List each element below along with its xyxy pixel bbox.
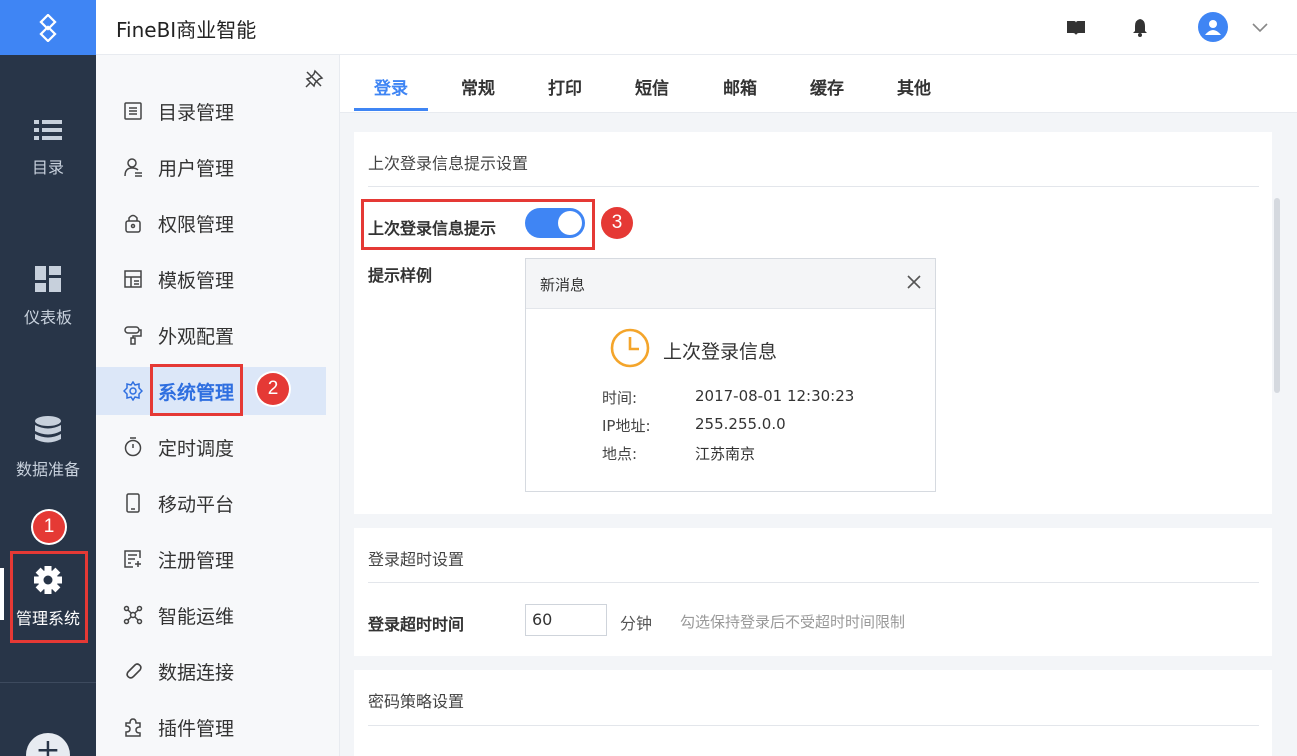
menu-item-data-connection[interactable]: 数据连接: [96, 647, 326, 695]
menu-item-label: 权限管理: [158, 213, 235, 236]
menu-item-label: 用户管理: [158, 157, 235, 180]
rail-item-label: 数据准备: [15, 460, 80, 479]
add-button[interactable]: +: [26, 733, 70, 756]
rail-item-label: 仪表板: [23, 308, 72, 327]
top-header: FineBI商业智能: [96, 0, 1297, 55]
catalog-icon: [122, 100, 144, 122]
timeout-label: 登录超时时间: [368, 615, 465, 634]
menu-item-label: 数据连接: [158, 661, 235, 684]
tab-sms[interactable]: 短信: [635, 74, 669, 99]
app-logo[interactable]: [0, 0, 96, 55]
info-key: 地点:: [602, 445, 638, 463]
plugin-icon: [122, 716, 144, 738]
ops-icon: [122, 604, 144, 626]
annotation-box-system: [150, 364, 243, 416]
content-scrollbar[interactable]: [1274, 198, 1280, 393]
section-divider: [368, 582, 1259, 583]
annotation-box-admin: [10, 551, 88, 643]
link-icon: [122, 660, 144, 682]
menu-item-plugins[interactable]: 插件管理: [96, 703, 326, 751]
bell-icon[interactable]: [1130, 18, 1150, 38]
menu-item-catalog[interactable]: 目录管理: [96, 87, 326, 135]
info-key: 时间:: [602, 389, 638, 407]
timeout-unit: 分钟: [620, 614, 653, 633]
login-timeout-card: 登录超时设置 登录超时时间 60 分钟 勾选保持登录后不受超时时间限制: [354, 528, 1272, 656]
book-icon[interactable]: [1066, 18, 1086, 38]
menu-item-label: 外观配置: [158, 325, 235, 348]
lock-icon: [122, 212, 144, 234]
menu-item-register[interactable]: 注册管理: [96, 535, 326, 583]
chevron-down-icon[interactable]: [1252, 18, 1268, 37]
annotation-badge: 1: [33, 511, 65, 543]
menu-item-label: 注册管理: [158, 549, 235, 572]
menu-item-ops[interactable]: 智能运维: [96, 591, 326, 639]
mobile-icon: [122, 492, 144, 514]
section-divider: [368, 186, 1259, 187]
paint-roller-icon: [122, 324, 144, 346]
menu-item-label: 插件管理: [158, 717, 235, 740]
timeout-hint: 勾选保持登录后不受超时时间限制: [680, 613, 906, 631]
info-value: 255.255.0.0: [695, 415, 786, 433]
info-value: 江苏南京: [695, 445, 756, 463]
menu-item-scheduling[interactable]: 定时调度: [96, 423, 326, 471]
tab-print[interactable]: 打印: [548, 74, 582, 99]
menu-item-label: 模板管理: [158, 269, 235, 292]
notification-header-title: 新消息: [540, 276, 586, 294]
annotation-badge: 2: [257, 373, 289, 405]
section-divider: [368, 725, 1259, 726]
menu-item-label: 移动平台: [158, 493, 235, 516]
menu-item-appearance[interactable]: 外观配置: [96, 311, 326, 359]
user-avatar-icon[interactable]: [1198, 12, 1228, 42]
tab-email[interactable]: 邮箱: [723, 74, 757, 99]
active-tab-indicator: [354, 108, 428, 111]
settings-tabs: 登录 常规 打印 短信 邮箱 缓存 其他: [340, 55, 1297, 113]
template-icon: [122, 268, 144, 290]
app-title: FineBI商业智能: [116, 18, 257, 42]
rail-item-data-prep[interactable]: 数据准备: [0, 416, 96, 480]
tab-cache[interactable]: 缓存: [810, 74, 844, 99]
password-policy-card: 密码策略设置: [354, 670, 1272, 756]
section-title: 上次登录信息提示设置: [368, 154, 529, 173]
gear-icon: [122, 380, 144, 402]
notification-header: 新消息: [526, 259, 935, 309]
database-icon: [35, 416, 61, 443]
section-title: 密码策略设置: [368, 692, 465, 711]
menu-item-users[interactable]: 用户管理: [96, 143, 326, 191]
timer-icon: [122, 436, 144, 458]
close-icon[interactable]: [905, 273, 923, 295]
rail-divider: [0, 682, 96, 683]
register-icon: [122, 548, 144, 570]
rail-item-dashboard[interactable]: 仪表板: [0, 266, 96, 328]
notification-sample: 新消息 上次登录信息 时间: 2017-08-01 12:30:23 IP地址:…: [525, 258, 936, 492]
annotation-box-toggle: [361, 199, 595, 250]
user-icon: [122, 156, 144, 178]
annotation-badge: 3: [601, 207, 633, 239]
section-title: 登录超时设置: [368, 550, 465, 569]
menu-item-label: 智能运维: [158, 605, 235, 628]
menu-item-permissions[interactable]: 权限管理: [96, 199, 326, 247]
tab-general[interactable]: 常规: [461, 74, 495, 99]
sample-label: 提示样例: [368, 266, 433, 285]
menu-item-label: 目录管理: [158, 101, 235, 124]
info-key: IP地址:: [602, 417, 651, 435]
clock-icon: [610, 328, 650, 372]
rail-item-catalog[interactable]: 目录: [0, 118, 96, 178]
tab-login[interactable]: 登录: [374, 74, 408, 99]
menu-item-label: 定时调度: [158, 437, 235, 460]
rail-item-label: 目录: [31, 158, 64, 177]
logo-icon: [39, 13, 57, 42]
last-login-card: 上次登录信息提示设置 上次登录信息提示 提示样例 新消息 上次登录信息 时间: …: [354, 132, 1272, 514]
timeout-input[interactable]: 60: [525, 604, 607, 636]
tab-other[interactable]: 其他: [897, 74, 931, 99]
menu-item-mobile[interactable]: 移动平台: [96, 479, 326, 527]
notification-title: 上次登录信息: [663, 341, 778, 363]
menu-item-templates[interactable]: 模板管理: [96, 255, 326, 303]
list-icon: [34, 120, 62, 140]
dashboard-icon: [35, 266, 61, 292]
info-value: 2017-08-01 12:30:23: [695, 387, 855, 405]
